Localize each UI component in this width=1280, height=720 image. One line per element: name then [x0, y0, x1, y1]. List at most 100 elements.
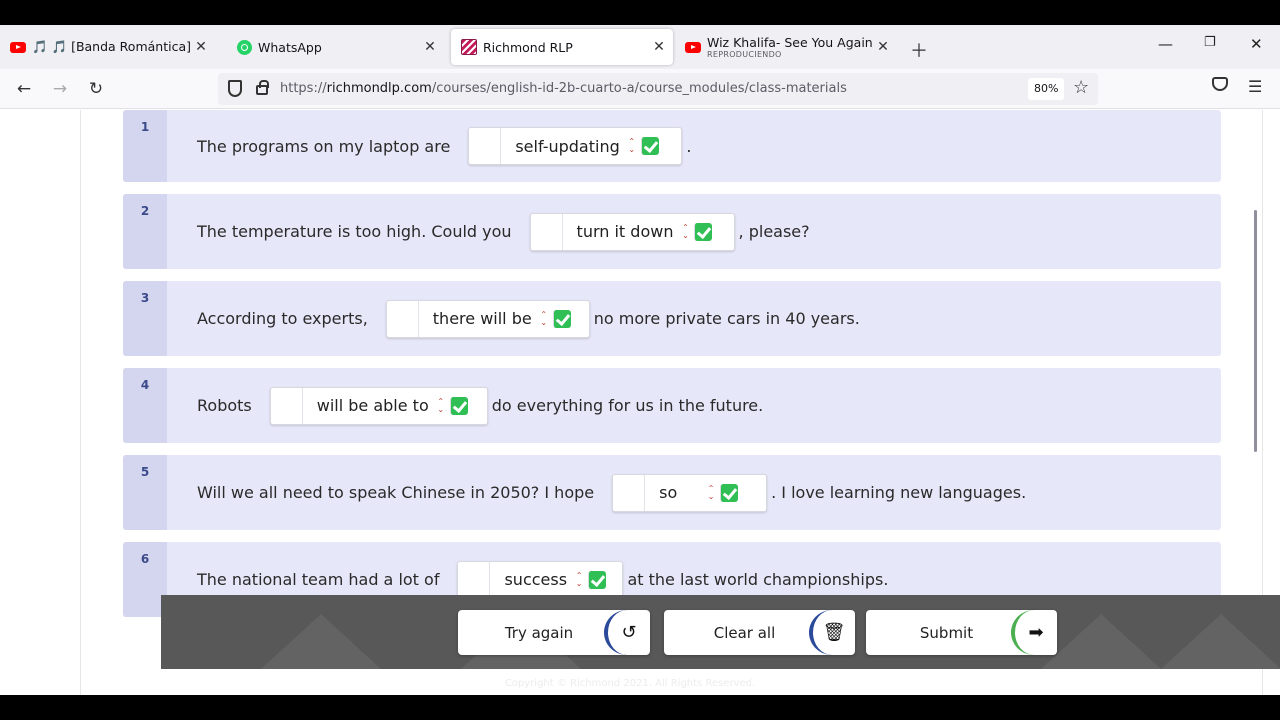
answer-value: turn it down: [576, 222, 674, 241]
question-sentence: Will we all need to speak Chinese in 205…: [197, 455, 1026, 530]
zoom-level[interactable]: 80%: [1028, 78, 1065, 100]
minimize-icon[interactable]: —: [1158, 35, 1173, 53]
tab-strip: 🎵 🎵 [Banda Romántica] Tú - I ✕ WhatsApp …: [0, 25, 1280, 69]
select-caret-icon: ⌃ ⌄: [682, 222, 689, 240]
question-number: 5: [123, 455, 167, 530]
answer-dropdown[interactable]: there will be ⌃ ⌄: [385, 299, 590, 338]
try-again-button[interactable]: Try again ↺: [458, 610, 650, 655]
window-close-icon[interactable]: ✕: [1250, 35, 1263, 53]
url-prefix: https://: [280, 81, 327, 96]
drag-handle[interactable]: [271, 387, 303, 424]
tab-banda-romantica[interactable]: 🎵 🎵 [Banda Romántica] Tú - I ✕: [0, 29, 215, 65]
submit-button[interactable]: Submit ➡: [866, 610, 1057, 655]
new-tab-button[interactable]: ＋: [910, 37, 928, 63]
question-sentence: Robots will be able to ⌃ ⌄ do everything …: [197, 368, 763, 443]
page-content: 1 The programs on my laptop are self-upd…: [0, 110, 1280, 695]
select-caret-icon: ⌃ ⌄: [540, 309, 548, 327]
tab-wiz-khalifa[interactable]: Wiz Khalifa- See You Again Ft:Cl REPRODU…: [675, 29, 897, 65]
restore-icon[interactable]: ❐: [1204, 35, 1216, 50]
action-bar: Try again ↺ Clear all 🗑 Submit ➡: [161, 595, 1280, 669]
answer-value: success: [504, 570, 568, 589]
question-sentence: According to experts, there will be ⌃ ⌄ n…: [197, 281, 860, 356]
correct-check-icon: [640, 137, 659, 155]
tab-richmond-rlp[interactable]: Richmond RLP ✕: [451, 29, 673, 65]
sentence-before: Will we all need to speak Chinese in 205…: [197, 483, 595, 502]
tab-title: Wiz Khalifa- See You Again Ft:Cl: [707, 35, 873, 50]
sentence-after: do everything for us in the future.: [491, 396, 764, 415]
question-number: 3: [123, 281, 167, 356]
pocket-icon[interactable]: [1212, 77, 1228, 91]
hamburger-menu-icon[interactable]: ☰: [1248, 77, 1262, 96]
navigation-bar: ← → ↻ https://richmondlp.com/courses/eng…: [0, 69, 1280, 109]
close-icon[interactable]: ✕: [873, 39, 893, 55]
scrollbar-thumb[interactable]: [1254, 210, 1257, 452]
clear-all-button[interactable]: Clear all 🗑: [664, 610, 855, 655]
drag-handle[interactable]: [458, 561, 491, 598]
trash-icon: 🗑: [809, 610, 855, 655]
url-bar[interactable]: https://richmondlp.com/courses/english-i…: [218, 73, 1098, 105]
tab-title: Richmond RLP: [483, 39, 573, 55]
correct-check-icon: [552, 309, 571, 328]
youtube-icon: [685, 39, 701, 55]
answer-dropdown[interactable]: self-updating ⌃ ⌄: [468, 127, 683, 165]
question-row: 3 According to experts, there will be ⌃ ⌄…: [123, 281, 1221, 356]
question-row: 5 Will we all need to speak Chinese in 2…: [123, 455, 1221, 530]
url-path: /courses/english-id-2b-cuarto-a/course_m…: [431, 81, 847, 96]
select-caret-icon: ⌃ ⌄: [628, 137, 636, 154]
richmond-icon: [461, 39, 477, 55]
sentence-before: Robots: [197, 396, 252, 415]
exercise-card: 1 The programs on my laptop are self-upd…: [80, 110, 1280, 695]
bookmark-star-icon[interactable]: ☆: [1073, 77, 1089, 98]
answer-dropdown[interactable]: so ⌃ ⌄: [612, 473, 768, 512]
correct-check-icon: [720, 483, 739, 502]
tab-whatsapp[interactable]: WhatsApp ✕: [226, 29, 444, 65]
sentence-after: no more private cars in 40 years.: [593, 309, 860, 328]
url-text[interactable]: https://richmondlp.com/courses/english-i…: [280, 81, 847, 96]
drag-handle[interactable]: [613, 474, 646, 511]
reload-icon[interactable]: ↻: [84, 77, 108, 101]
question-sentence: The temperature is too high. Could you t…: [197, 194, 810, 269]
decorative-triangle: [1161, 614, 1280, 669]
select-caret-icon: ⌃ ⌄: [707, 483, 715, 501]
answer-value: there will be: [432, 309, 532, 328]
decorative-triangle: [261, 614, 381, 669]
back-arrow-icon[interactable]: ←: [12, 77, 36, 101]
answer-value: self-updating: [515, 136, 620, 156]
correct-check-icon: [588, 570, 607, 589]
select-caret-icon: ⌃ ⌄: [575, 570, 583, 588]
tab-title: WhatsApp: [258, 39, 322, 55]
sentence-before: The programs on my laptop are: [197, 136, 451, 156]
youtube-icon: [10, 39, 26, 55]
sentence-before: According to experts,: [197, 309, 368, 328]
question-row: 2 The temperature is too high. Could you…: [123, 194, 1221, 269]
drag-handle[interactable]: [531, 213, 563, 250]
close-icon[interactable]: ✕: [420, 39, 440, 55]
drag-handle[interactable]: [387, 300, 419, 337]
forward-arrow-icon[interactable]: →: [48, 77, 72, 101]
sentence-after: at the last world championships.: [627, 570, 889, 589]
retry-icon: ↺: [604, 610, 650, 655]
decorative-triangle: [1041, 614, 1161, 669]
drag-handle[interactable]: [469, 128, 502, 164]
select-caret-icon: ⌃ ⌄: [437, 396, 445, 414]
question-row: 1 The programs on my laptop are self-upd…: [123, 110, 1221, 182]
question-row: 4 Robots will be able to ⌃ ⌄ do everythin…: [123, 368, 1221, 443]
copyright-text: Copyright © Richmond 2021. All Rights Re…: [504, 678, 756, 689]
answer-dropdown[interactable]: will be able to ⌃ ⌄: [269, 386, 488, 425]
lock-icon[interactable]: [256, 80, 269, 95]
question-number: 1: [123, 110, 167, 182]
correct-check-icon: [449, 396, 468, 415]
question-sentence: The programs on my laptop are self-updat…: [197, 110, 691, 182]
tab-playing-label: REPRODUCIENDO: [707, 50, 782, 59]
sentence-after: , please?: [738, 222, 810, 241]
answer-dropdown[interactable]: success ⌃ ⌄: [457, 560, 624, 599]
question-number: 4: [123, 368, 167, 443]
sentence-after: . I love learning new languages.: [771, 483, 1027, 502]
close-icon[interactable]: ✕: [191, 39, 211, 55]
question-number: 2: [123, 194, 167, 269]
answer-dropdown[interactable]: turn it down ⌃ ⌄: [529, 212, 735, 251]
url-host: richmondlp.com: [326, 81, 432, 96]
shield-icon[interactable]: [228, 80, 242, 97]
close-icon[interactable]: ✕: [649, 39, 669, 55]
sentence-before: The temperature is too high. Could you: [197, 222, 512, 241]
